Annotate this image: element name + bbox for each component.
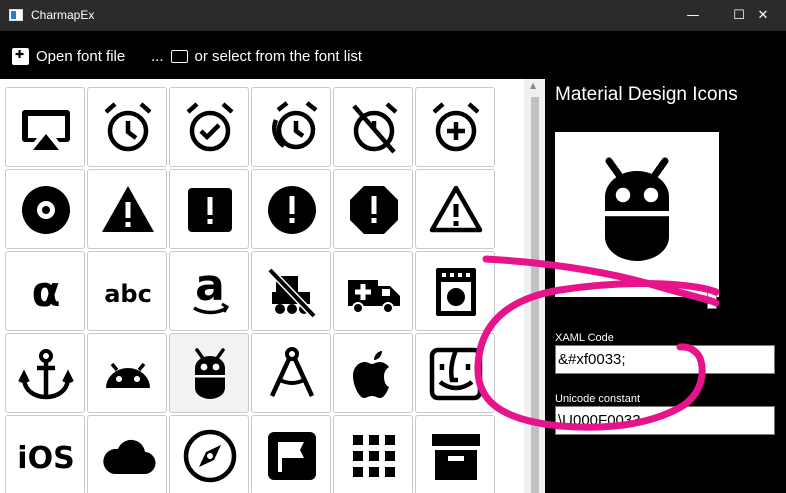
glyph-preview — [555, 132, 719, 309]
unicode-constant-field[interactable] — [555, 406, 775, 435]
glyph-cell[interactable] — [169, 415, 249, 493]
alphabetical-icon: abc — [104, 280, 152, 308]
select-font-list-button[interactable]: ... or select from the font list — [151, 48, 362, 65]
glyph-cell[interactable] — [251, 333, 331, 413]
glyph-cell[interactable] — [87, 87, 167, 167]
glyph-cell[interactable]: α — [5, 251, 85, 331]
glyph-cell[interactable] — [169, 333, 249, 413]
alert-circle-icon — [268, 186, 316, 234]
app-icon — [9, 9, 23, 21]
apple-safari-icon — [183, 429, 237, 483]
toolbar: Open font file ... or select from the fo… — [0, 31, 786, 79]
details-panel: Material Design Icons XAML Code Unicode … — [545, 79, 786, 493]
apple-icon — [353, 351, 389, 398]
scroll-up-arrow-icon[interactable]: ▲ — [530, 81, 536, 90]
vertical-scrollbar[interactable]: ▲ — [524, 79, 545, 493]
alpha-icon: α — [32, 267, 61, 316]
glyph-cell[interactable] — [333, 87, 413, 167]
glyph-cell[interactable] — [251, 251, 331, 331]
glyph-cell[interactable] — [333, 169, 413, 249]
select-font-list-label: or select from the font list — [194, 48, 363, 65]
xaml-code-label: XAML Code — [555, 332, 614, 344]
glyph-cell[interactable] — [415, 251, 495, 331]
ambulance-icon — [348, 280, 400, 314]
alarm-plus-icon — [432, 102, 480, 152]
scrollbar-thumb[interactable] — [531, 97, 539, 493]
glyph-cell[interactable] — [87, 169, 167, 249]
glyph-cell[interactable] — [251, 87, 331, 167]
anchor-icon — [18, 349, 74, 400]
glyph-grid: α abc a iOS ▲ — [0, 79, 545, 493]
glyph-text: iOS — [17, 441, 74, 476]
apple-ios-icon: iOS — [17, 441, 74, 476]
glyph-text: abc — [104, 280, 152, 308]
size-slider-thumb[interactable] — [707, 289, 717, 309]
archive-icon — [432, 434, 480, 480]
glyph-cell[interactable] — [169, 87, 249, 167]
open-file-icon — [12, 48, 29, 65]
glyph-cell[interactable] — [415, 333, 495, 413]
window-title: CharmapEx — [31, 8, 95, 22]
glyph-cell[interactable] — [169, 169, 249, 249]
glyph-cell[interactable] — [5, 87, 85, 167]
android-debug-bridge-icon — [605, 157, 669, 261]
glyph-cell[interactable] — [333, 333, 413, 413]
glyph-cell[interactable]: iOS — [5, 415, 85, 493]
alarm-check-icon — [186, 102, 234, 152]
folder-icon — [170, 50, 188, 63]
xaml-code-field[interactable] — [555, 345, 775, 374]
glyph-cell[interactable] — [251, 169, 331, 249]
amazon-icon: a — [193, 262, 230, 315]
glyph-cell[interactable] — [87, 333, 167, 413]
alarm-off-icon — [352, 102, 398, 154]
size-slider-track[interactable] — [559, 298, 709, 302]
android-debug-bridge-icon — [195, 348, 225, 399]
minimize-button[interactable]: — — [670, 0, 716, 31]
glyph-text: a — [195, 262, 225, 311]
glyph-cell[interactable]: a — [169, 251, 249, 331]
open-font-file-button[interactable]: Open font file — [12, 48, 125, 65]
apple-finder-icon — [429, 347, 483, 401]
airplay-icon — [22, 110, 70, 150]
open-font-file-label: Open font file — [36, 48, 126, 65]
album-icon — [22, 186, 70, 234]
glyph-cell[interactable] — [333, 415, 413, 493]
angular-icon — [269, 347, 315, 397]
glyph-cell[interactable]: abc — [87, 251, 167, 331]
glyph-cell[interactable] — [5, 169, 85, 249]
ellipsis-label: ... — [151, 48, 164, 65]
glyph-cell[interactable] — [5, 333, 85, 413]
alarm-multiple-icon — [272, 101, 318, 150]
font-name: Material Design Icons — [555, 84, 738, 105]
glyph-cell[interactable] — [415, 87, 495, 167]
android-icon — [106, 362, 150, 388]
glyph-cell[interactable] — [251, 415, 331, 493]
glyph-text: α — [32, 267, 61, 316]
unicode-constant-label: Unicode constant — [555, 393, 640, 405]
ambulance-off-icon — [267, 267, 317, 319]
close-button[interactable]: ✕ — [740, 0, 786, 31]
alert-outline-icon — [429, 185, 483, 233]
amplifier-icon — [436, 268, 476, 316]
glyph-cell[interactable] — [87, 415, 167, 493]
apps-icon — [353, 435, 395, 477]
alert-icon — [102, 186, 154, 232]
alert-box-icon — [188, 188, 232, 232]
alert-octagon-icon — [350, 186, 398, 234]
alarm-icon — [104, 102, 152, 152]
title-bar: CharmapEx — ☐ ✕ — [0, 0, 786, 31]
glyph-cell[interactable] — [333, 251, 413, 331]
glyph-cell[interactable] — [415, 169, 495, 249]
glyph-cell[interactable] — [415, 415, 495, 493]
application-icon — [268, 432, 316, 480]
apple-keyboard-icon — [103, 439, 156, 475]
